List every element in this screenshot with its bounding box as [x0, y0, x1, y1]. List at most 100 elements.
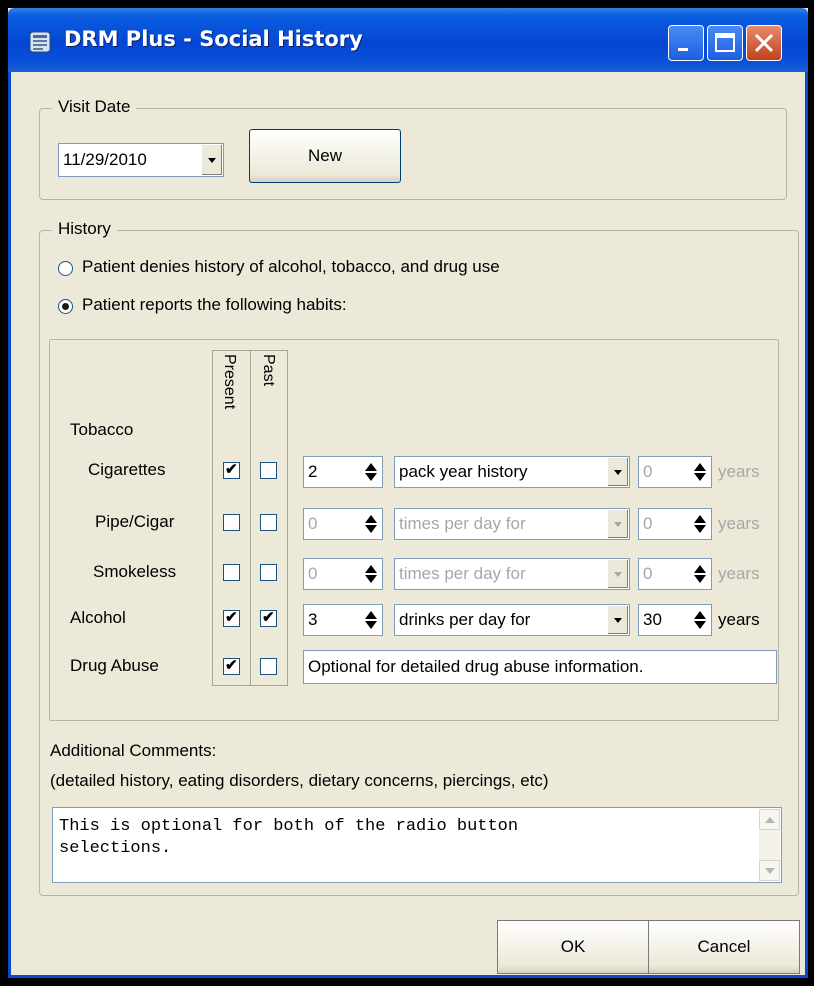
visit-date-value: 11/29/2010 [63, 150, 147, 169]
check-icon: ✔ [225, 657, 238, 674]
cancel-button-label: Cancel [697, 937, 751, 956]
drug-abuse-label: Drug Abuse [70, 656, 159, 675]
smokeless-duration-value: 0 [643, 564, 653, 583]
drug-abuse-info-input[interactable]: Optional for detailed drug abuse informa… [303, 650, 777, 684]
pipe-duration-value: 0 [643, 514, 653, 533]
pipe-duration-spinner[interactable]: 0 [638, 508, 712, 540]
spinner-arrows-icon[interactable] [361, 458, 381, 486]
close-icon [754, 33, 774, 53]
pipe-past-checkbox[interactable] [260, 514, 277, 531]
smokeless-past-checkbox[interactable] [260, 564, 277, 581]
social-history-window: DRM Plus - Social History Visit Date 11/… [8, 8, 808, 978]
pipe-years-label: years [718, 514, 760, 533]
alcohol-duration-value: 30 [643, 610, 662, 629]
spinner-arrows-icon[interactable] [690, 560, 710, 588]
chevron-down-icon[interactable] [607, 510, 628, 538]
maximize-icon [715, 33, 735, 52]
spinner-arrows-icon[interactable] [361, 510, 381, 538]
alcohol-amount-value: 3 [308, 610, 318, 629]
pipe-amount-value: 0 [308, 514, 318, 533]
title-bar[interactable]: DRM Plus - Social History [8, 8, 808, 72]
ok-button[interactable]: OK [497, 920, 649, 974]
drug-present-checkbox[interactable]: ✔ [223, 657, 240, 675]
maximize-button[interactable] [707, 25, 743, 61]
cancel-button[interactable]: Cancel [648, 920, 800, 974]
pipe-cigar-label: Pipe/Cigar [95, 512, 175, 531]
drug-abuse-info-text: Optional for detailed drug abuse informa… [308, 657, 644, 676]
spinner-arrows-icon[interactable] [690, 606, 710, 634]
check-icon: ✔ [225, 461, 238, 478]
smokeless-amount-value: 0 [308, 564, 318, 583]
check-icon: ✔ [225, 609, 238, 626]
comments-label: Additional Comments: [50, 741, 217, 760]
ok-button-label: OK [560, 937, 586, 956]
smokeless-unit-select[interactable]: times per day for [394, 558, 630, 590]
minimize-button[interactable] [668, 25, 704, 61]
spinner-arrows-icon[interactable] [690, 458, 710, 486]
alcohol-years-label: years [718, 610, 760, 629]
dialog-body: Visit Date 11/29/2010 New History Patien… [8, 72, 808, 978]
alcohol-unit-select[interactable]: drinks per day for [394, 604, 630, 636]
cigarettes-years-label: years [718, 462, 760, 481]
radio-reports-label[interactable]: Patient reports the following habits: [82, 295, 347, 315]
alcohol-label: Alcohol [70, 608, 126, 627]
window-title: DRM Plus - Social History [64, 27, 363, 51]
pipe-amount-spinner[interactable]: 0 [303, 508, 383, 540]
alcohol-present-checkbox[interactable]: ✔ [223, 609, 240, 627]
minimize-icon [678, 48, 688, 51]
visit-date-select[interactable]: 11/29/2010 [58, 143, 224, 177]
visit-date-group: Visit Date 11/29/2010 New [39, 97, 787, 200]
chevron-down-icon[interactable] [607, 606, 628, 634]
new-button-label: New [307, 146, 342, 165]
visit-date-legend: Visit Date [52, 97, 137, 117]
new-button[interactable]: New [249, 129, 401, 183]
cigarettes-duration-spinner[interactable]: 0 [638, 456, 712, 488]
drug-past-checkbox[interactable] [260, 658, 277, 675]
history-group: History Patient denies history of alcoho… [39, 219, 799, 896]
spinner-arrows-icon[interactable] [690, 510, 710, 538]
alcohol-amount-spinner[interactable]: 3 [303, 604, 383, 636]
past-column-header: Past [260, 354, 277, 387]
comments-hint-label: (detailed history, eating disorders, die… [50, 771, 549, 790]
check-icon: ✔ [262, 609, 275, 626]
alcohol-past-checkbox[interactable]: ✔ [260, 609, 277, 627]
alcohol-duration-spinner[interactable]: 30 [638, 604, 712, 636]
smokeless-duration-spinner[interactable]: 0 [638, 558, 712, 590]
cigarettes-unit-value: pack year history [399, 462, 528, 481]
radio-denies-history[interactable] [58, 261, 73, 276]
cigarettes-present-checkbox[interactable]: ✔ [223, 461, 240, 479]
cigarettes-label: Cigarettes [88, 460, 166, 479]
smokeless-label: Smokeless [93, 562, 177, 581]
cigarettes-past-checkbox[interactable] [260, 462, 277, 479]
history-legend: History [52, 219, 117, 239]
present-column-header: Present [221, 354, 238, 410]
comments-text: This is optional for both of the radio b… [59, 817, 519, 858]
radio-denies-label[interactable]: Patient denies history of alcohol, tobac… [82, 257, 500, 277]
pipe-unit-value: times per day for [399, 514, 526, 533]
habits-panel: Present Past Tobacco Cigarettes ✔ 2 pack… [49, 339, 779, 721]
tobacco-label: Tobacco [70, 420, 134, 439]
pipe-present-checkbox[interactable] [223, 514, 240, 531]
spinner-arrows-icon[interactable] [361, 560, 381, 588]
cigarettes-unit-select[interactable]: pack year history [394, 456, 630, 488]
spinner-arrows-icon[interactable] [361, 606, 381, 634]
cigarettes-amount-value: 2 [308, 462, 318, 481]
smokeless-amount-spinner[interactable]: 0 [303, 558, 383, 590]
pipe-unit-select[interactable]: times per day for [394, 508, 630, 540]
cigarettes-amount-spinner[interactable]: 2 [303, 456, 383, 488]
smokeless-unit-value: times per day for [399, 564, 526, 583]
cigarettes-duration-value: 0 [643, 462, 653, 481]
radio-reports-habits[interactable] [58, 299, 73, 314]
scroll-up-icon[interactable] [759, 809, 780, 830]
smokeless-present-checkbox[interactable] [223, 564, 240, 581]
scroll-down-icon[interactable] [759, 860, 780, 881]
app-icon [29, 31, 51, 53]
alcohol-unit-value: drinks per day for [399, 610, 531, 629]
close-button[interactable] [746, 25, 782, 61]
comments-textarea[interactable]: This is optional for both of the radio b… [52, 807, 782, 883]
chevron-down-icon[interactable] [607, 560, 628, 588]
smokeless-years-label: years [718, 564, 760, 583]
comments-scrollbar[interactable] [759, 809, 780, 881]
chevron-down-icon[interactable] [201, 145, 222, 175]
chevron-down-icon[interactable] [607, 458, 628, 486]
